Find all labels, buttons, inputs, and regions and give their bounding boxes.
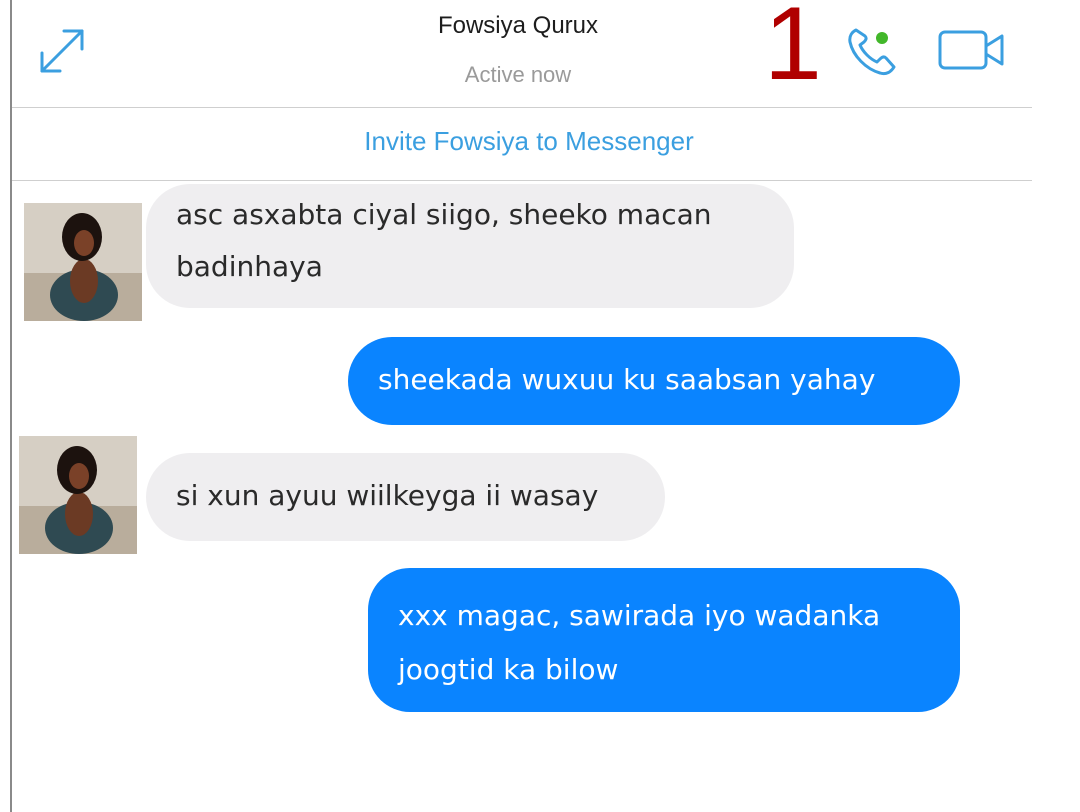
annotation-number: 1 — [764, 0, 822, 102]
contact-avatar — [19, 436, 137, 554]
invite-divider — [12, 180, 1032, 181]
contact-avatar — [24, 203, 142, 321]
active-status: Active now — [464, 62, 572, 87]
incoming-message-bubble[interactable]: si xun ayuu wiilkeyga ii wasay — [146, 453, 665, 541]
invite-to-messenger-link[interactable]: Invite Fowsiya to Messenger — [12, 126, 1046, 157]
expand-icon[interactable] — [34, 23, 90, 79]
invite-bar: Invite Fowsiya to Messenger — [12, 108, 1032, 180]
phone-call-icon[interactable] — [842, 22, 902, 80]
online-dot-icon — [876, 32, 888, 44]
outgoing-message-bubble[interactable]: sheekada wuxuu ku saabsan yahay — [348, 337, 960, 425]
incoming-message-bubble[interactable]: asc asxabta ciyal siigo, sheeko macan ba… — [146, 184, 794, 308]
outgoing-message-bubble[interactable]: xxx magac, sawirada iyo wadanka joogtid … — [368, 568, 960, 712]
contact-name: Fowsiya Qurux — [437, 12, 599, 39]
video-camera-icon[interactable] — [936, 26, 1008, 74]
